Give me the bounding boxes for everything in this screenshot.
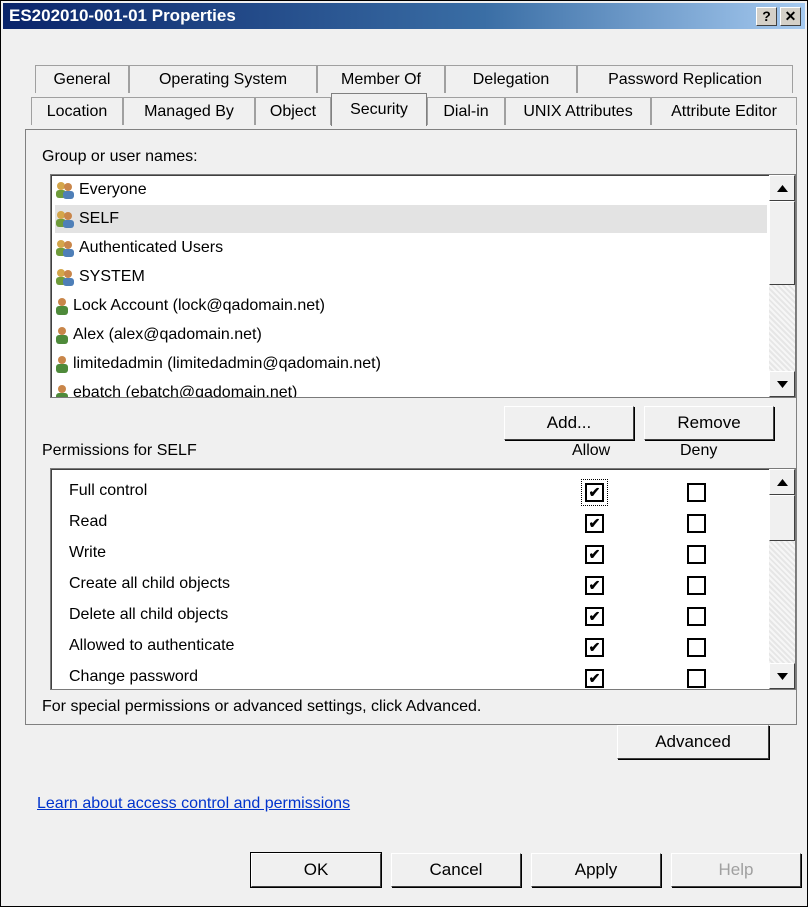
user-list-item[interactable]: Lock Account (lock@qadomain.net): [55, 292, 767, 320]
group-icon: [56, 210, 74, 228]
group-icon: [56, 268, 74, 286]
user-name: SYSTEM: [79, 268, 145, 285]
tab-password-replication[interactable]: Password Replication: [577, 65, 793, 93]
deny-checkbox[interactable]: [687, 576, 706, 595]
ok-button[interactable]: OK: [250, 852, 382, 888]
user-list-item[interactable]: Everyone: [55, 176, 767, 204]
properties-dialog: ES202010-001-01 Properties ? ✕ General O…: [0, 0, 808, 907]
permission-name: Full control: [69, 482, 148, 499]
permission-row: Delete all child objects: [69, 601, 228, 629]
permission-name: Allowed to authenticate: [69, 637, 235, 654]
help-title-button[interactable]: ?: [756, 7, 777, 26]
cancel-button[interactable]: Cancel: [391, 853, 521, 887]
permission-row: Change password: [69, 663, 198, 689]
user-list-item[interactable]: SYSTEM: [55, 263, 767, 291]
focus-rect: [581, 479, 608, 506]
user-icon: [56, 384, 68, 397]
window-title: ES202010-001-01 Properties: [9, 6, 236, 25]
apply-button[interactable]: Apply: [531, 853, 661, 887]
user-list-item[interactable]: ebatch (ebatch@qadomain.net): [55, 379, 767, 398]
perm-scroll-up-button[interactable]: [769, 469, 795, 495]
help-button[interactable]: Help: [671, 853, 801, 887]
close-button[interactable]: ✕: [780, 7, 801, 26]
user-list-item[interactable]: SELF: [55, 205, 767, 233]
permission-name: Create all child objects: [69, 575, 230, 592]
permissions-label: Permissions for SELF: [42, 442, 197, 459]
advanced-hint: For special permissions or advanced sett…: [42, 698, 482, 715]
tab-unix-attributes[interactable]: UNIX Attributes: [505, 97, 651, 125]
user-name: SELF: [79, 210, 120, 227]
deny-checkbox[interactable]: [687, 545, 706, 564]
tab-member-of[interactable]: Member Of: [317, 65, 445, 93]
deny-checkbox[interactable]: [687, 607, 706, 626]
user-name: Authenticated Users: [79, 239, 224, 256]
user-icon: [56, 355, 68, 373]
user-icon: [56, 326, 68, 344]
group-icon: [56, 181, 74, 199]
permission-row: Full control: [69, 477, 147, 505]
permission-name: Write: [69, 544, 107, 561]
permissions-list: Full control ✔ Read ✔ Write ✔ Create all child…: [50, 468, 796, 690]
permission-name: Change password: [69, 668, 198, 685]
arrow-down-icon: [776, 672, 788, 680]
user-list-item[interactable]: limitedadmin (limitedadmin@qadomain.net): [55, 350, 767, 378]
scroll-down-button[interactable]: [769, 371, 795, 397]
perm-scroll-thumb[interactable]: [769, 495, 795, 541]
scroll-thumb[interactable]: [769, 201, 795, 285]
arrow-down-icon: [776, 380, 788, 388]
allow-checkbox[interactable]: ✔: [585, 607, 604, 626]
tab-location[interactable]: Location: [31, 97, 123, 125]
security-panel: Group or user names: Everyone SELF Authent…: [25, 129, 797, 725]
user-listbox[interactable]: Everyone SELF Authenticated Users SYSTEM Loc…: [50, 174, 796, 398]
allow-checkbox[interactable]: ✔: [585, 669, 604, 688]
perm-scroll-down-button[interactable]: [769, 663, 795, 689]
arrow-up-icon: [776, 478, 788, 486]
permissions-scrollbar[interactable]: [769, 469, 795, 689]
group-or-user-names-label: Group or user names:: [42, 148, 198, 165]
tab-delegation[interactable]: Delegation: [445, 65, 577, 93]
user-list-scrollbar[interactable]: [769, 175, 795, 397]
permission-row: Write: [69, 539, 106, 567]
user-name: ebatch (ebatch@qadomain.net): [73, 384, 298, 398]
tab-dial-in[interactable]: Dial-in: [427, 97, 505, 125]
allow-checkbox[interactable]: ✔: [585, 545, 604, 564]
allow-checkbox[interactable]: ✔: [585, 576, 604, 595]
deny-header: Deny: [680, 442, 718, 459]
add-button[interactable]: Add...: [504, 406, 634, 440]
user-icon: [56, 297, 68, 315]
tab-managed-by[interactable]: Managed By: [123, 97, 255, 125]
tab-general[interactable]: General: [35, 65, 129, 93]
tab-attribute-editor[interactable]: Attribute Editor: [651, 97, 797, 125]
tab-object[interactable]: Object: [255, 97, 331, 125]
permission-row: Allowed to authenticate: [69, 632, 234, 660]
user-name: Lock Account (lock@qadomain.net): [73, 297, 325, 314]
allow-checkbox[interactable]: ✔: [585, 514, 604, 533]
permission-row: Read: [69, 508, 107, 536]
scroll-up-button[interactable]: [769, 175, 795, 201]
deny-checkbox[interactable]: [687, 669, 706, 688]
permission-name: Delete all child objects: [69, 606, 229, 623]
user-list-item[interactable]: Alex (alex@qadomain.net): [55, 321, 767, 349]
tab-security[interactable]: Security: [331, 93, 427, 126]
remove-button[interactable]: Remove: [644, 406, 774, 440]
allow-checkbox[interactable]: ✔: [585, 638, 604, 657]
permission-row: Create all child objects: [69, 570, 230, 598]
user-name: limitedadmin (limitedadmin@qadomain.net): [73, 355, 381, 372]
title-bar: ES202010-001-01 Properties ? ✕: [3, 3, 805, 29]
user-list-item[interactable]: Authenticated Users: [55, 234, 767, 262]
user-name: Alex (alex@qadomain.net): [73, 326, 262, 343]
learn-access-control-link[interactable]: Learn about access control and permissio…: [37, 795, 350, 813]
allow-header: Allow: [572, 442, 611, 459]
deny-checkbox[interactable]: [687, 483, 706, 502]
group-icon: [56, 239, 74, 257]
user-name: Everyone: [79, 181, 147, 198]
arrow-up-icon: [776, 184, 788, 192]
permission-name: Read: [69, 513, 108, 530]
tab-operating-system[interactable]: Operating System: [129, 65, 317, 93]
advanced-button[interactable]: Advanced: [617, 725, 769, 759]
deny-checkbox[interactable]: [687, 514, 706, 533]
deny-checkbox[interactable]: [687, 638, 706, 657]
